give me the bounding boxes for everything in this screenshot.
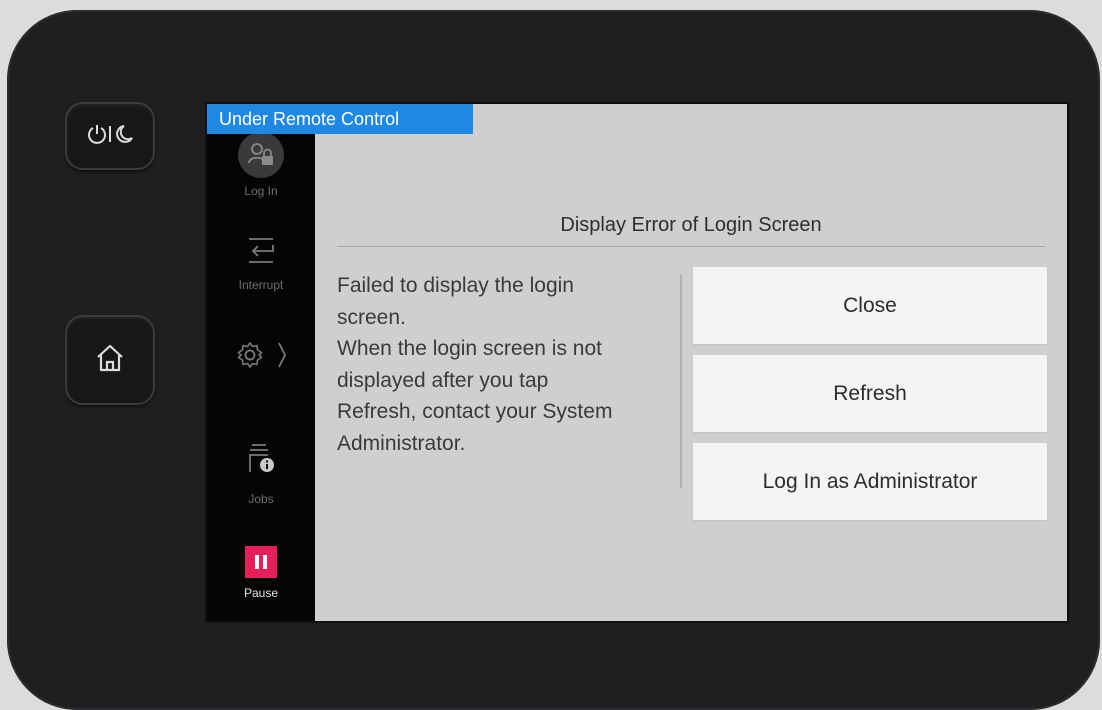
printer-control-panel: Under Remote Control Log In Interrupt Jo… bbox=[7, 10, 1100, 710]
message-line: When the login screen is not bbox=[337, 337, 602, 360]
remote-control-banner: Under Remote Control bbox=[207, 104, 473, 134]
sidebar: Log In Interrupt Jobs Pause bbox=[207, 104, 315, 621]
power-sleep-icon bbox=[84, 121, 136, 151]
power-sleep-button[interactable] bbox=[65, 102, 155, 170]
refresh-button[interactable]: Refresh bbox=[693, 355, 1047, 432]
error-message: Failed to display the login screen. When… bbox=[337, 270, 667, 459]
pause-label: Pause bbox=[243, 586, 279, 600]
sidebar-item-settings[interactable] bbox=[207, 340, 315, 374]
dialog-title: Display Error of Login Screen bbox=[560, 214, 822, 236]
login-lock-icon bbox=[238, 132, 284, 178]
sidebar-item-jobs[interactable]: Jobs bbox=[207, 442, 315, 506]
title-divider bbox=[337, 246, 1045, 247]
message-divider bbox=[680, 274, 682, 488]
message-line: Administrator. bbox=[337, 431, 466, 455]
close-button[interactable]: Close bbox=[693, 267, 1047, 344]
message-line: Refresh, contact your System bbox=[337, 400, 613, 423]
pause-button[interactable]: Pause bbox=[207, 546, 315, 600]
message-line: Failed to display the login bbox=[337, 274, 574, 297]
home-icon bbox=[94, 342, 126, 378]
chevron-right-icon bbox=[277, 341, 287, 373]
dialog-area: Display Error of Login Screen Failed to … bbox=[315, 104, 1067, 621]
pause-icon bbox=[245, 546, 277, 578]
touch-screen: Under Remote Control Log In Interrupt Jo… bbox=[205, 102, 1069, 623]
sidebar-item-login[interactable]: Log In bbox=[207, 132, 315, 198]
gear-icon bbox=[235, 340, 265, 374]
interrupt-icon bbox=[246, 234, 276, 270]
message-line: screen. bbox=[337, 305, 406, 329]
sidebar-item-label: Log In bbox=[244, 184, 278, 198]
home-button[interactable] bbox=[65, 315, 155, 405]
login-as-administrator-button[interactable]: Log In as Administrator bbox=[693, 443, 1047, 520]
jobs-info-icon bbox=[246, 442, 276, 478]
sidebar-item-label: Interrupt bbox=[238, 278, 284, 292]
message-line: displayed after you tap bbox=[337, 368, 549, 392]
sidebar-item-interrupt[interactable]: Interrupt bbox=[207, 234, 315, 292]
sidebar-item-label: Jobs bbox=[248, 492, 274, 506]
